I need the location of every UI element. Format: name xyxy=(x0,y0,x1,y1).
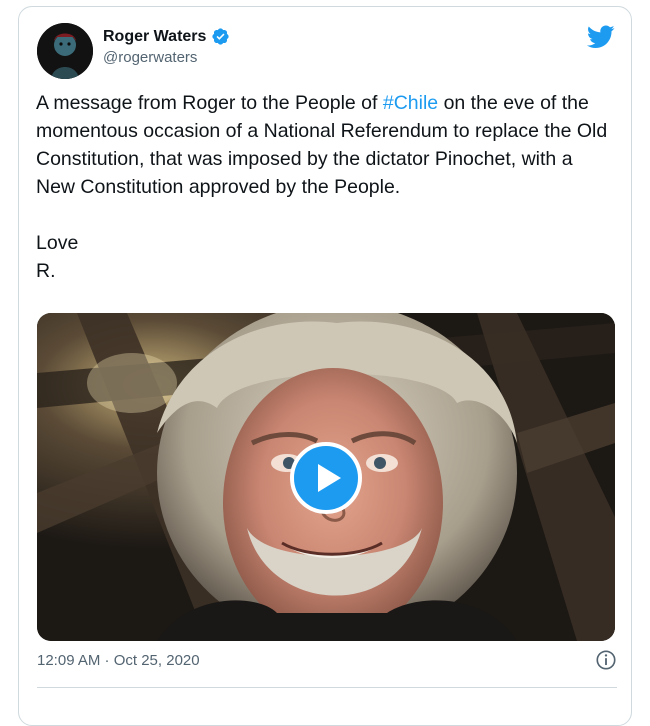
verified-badge-icon xyxy=(212,28,230,45)
author-name-row: Roger Waters xyxy=(103,27,230,46)
sign-off-line-2: R. xyxy=(36,260,56,282)
sign-off-line-1: Love xyxy=(36,232,79,254)
info-icon[interactable] xyxy=(595,649,617,671)
tweet-text: A message from Roger to the People of #C… xyxy=(36,89,616,285)
tweet-text-before: A message from Roger to the People of xyxy=(36,92,383,114)
author-name[interactable]: Roger Waters xyxy=(103,28,206,46)
hashtag-link[interactable]: #Chile xyxy=(383,92,438,114)
tweet-card[interactable]: Roger Waters @rogerwaters A message from… xyxy=(18,6,632,726)
author-handle[interactable]: @rogerwaters xyxy=(103,49,230,66)
tweet-timestamp[interactable]: 12:09 AM · Oct 25, 2020 xyxy=(37,652,200,669)
tweet-body: A message from Roger to the People of #C… xyxy=(36,89,616,201)
video-player[interactable] xyxy=(37,313,615,641)
avatar-image xyxy=(37,23,93,79)
avatar[interactable] xyxy=(37,23,93,79)
author-block[interactable]: Roger Waters @rogerwaters xyxy=(103,27,230,66)
twitter-bird-icon[interactable] xyxy=(587,25,615,49)
play-icon xyxy=(318,464,341,492)
tweet-footer: 12:09 AM · Oct 25, 2020 xyxy=(37,649,617,673)
tweet-sign-off: Love R. xyxy=(36,229,616,285)
play-button[interactable] xyxy=(290,442,362,514)
